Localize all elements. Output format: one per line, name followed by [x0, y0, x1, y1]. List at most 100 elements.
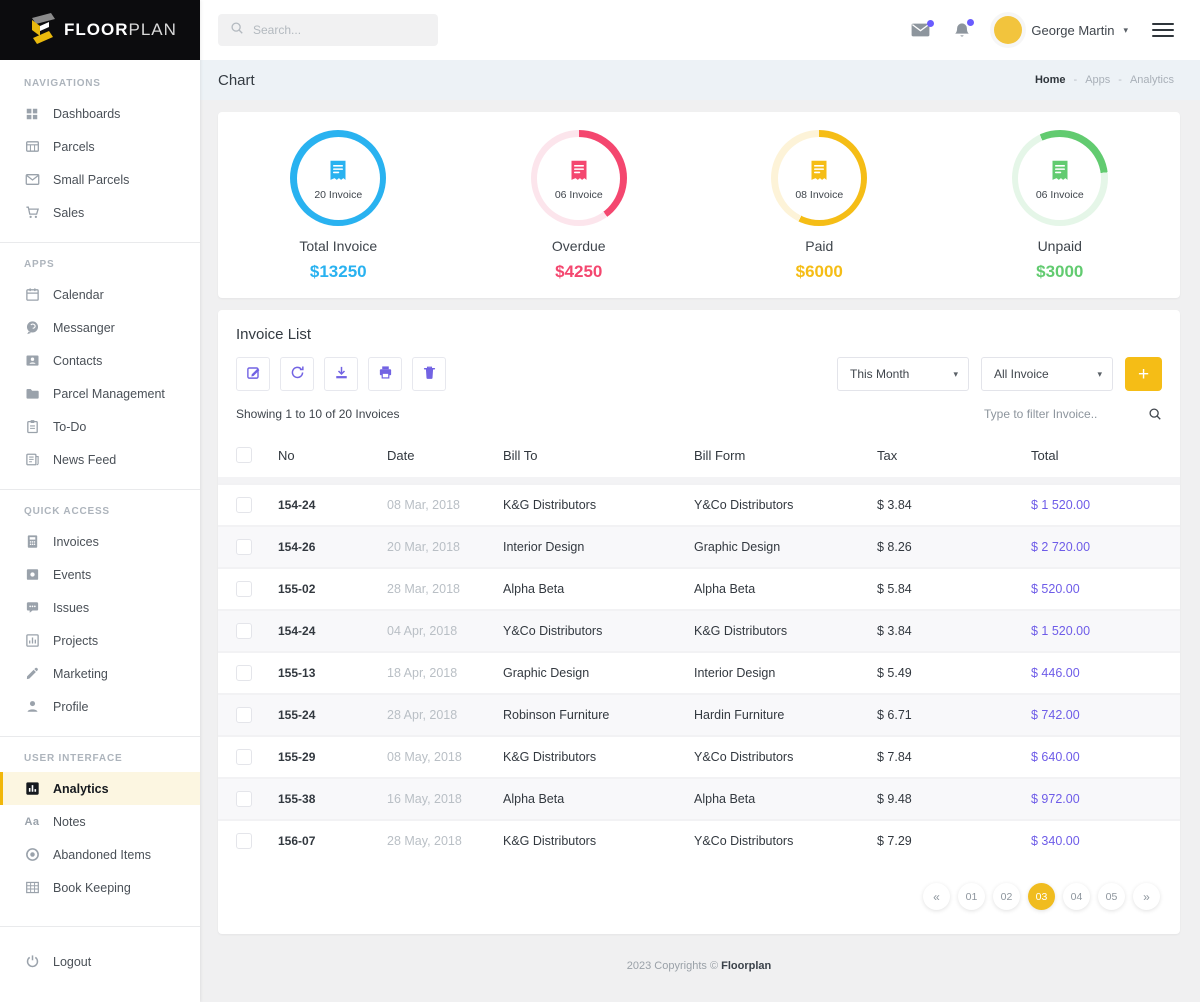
sidebar-item-label: Parcels [53, 139, 95, 154]
breadcrumb-analytics[interactable]: Analytics [1130, 74, 1174, 86]
messages-button[interactable] [911, 20, 935, 37]
print-button[interactable] [368, 357, 402, 391]
column-header-bill-form[interactable]: Bill Form [694, 448, 877, 463]
sidebar-item-to-do[interactable]: To-Do [0, 410, 200, 443]
cell-tax: $ 8.26 [877, 540, 912, 554]
sidebar-item-notes[interactable]: Aa Notes [0, 805, 200, 838]
sidebar-item-logout[interactable]: Logout [0, 945, 200, 978]
select-all-checkbox[interactable] [236, 447, 252, 463]
sidebar-item-parcel-management[interactable]: Parcel Management [0, 377, 200, 410]
table-row[interactable]: 155-29 08 May, 2018 K&G Distributors Y&Co D… [218, 735, 1180, 777]
sidebar-item-label: Calendar [53, 287, 104, 302]
contact-card-icon [24, 353, 40, 369]
table-row[interactable]: 154-24 08 Mar, 2018 K&G Distributors Y&Co D… [218, 483, 1180, 525]
sidebar-item-dashboards[interactable]: Dashboards [0, 97, 200, 130]
sidebar-item-label: Issues [53, 600, 90, 615]
table-row[interactable]: 155-13 18 Apr, 2018 Graphic Design Interior… [218, 651, 1180, 693]
row-checkbox[interactable] [236, 749, 252, 765]
column-header-bill-to[interactable]: Bill To [503, 448, 694, 463]
row-checkbox[interactable] [236, 707, 252, 723]
cell-total: $ 340.00 [1031, 834, 1080, 848]
table-row[interactable]: 155-38 16 May, 2018 Alpha Beta Alpha Beta $ … [218, 777, 1180, 819]
folder-icon [24, 386, 40, 402]
row-checkbox[interactable] [236, 665, 252, 681]
sidebar-item-analytics[interactable]: Analytics [0, 772, 200, 805]
hamburger-menu-icon[interactable] [1152, 19, 1174, 41]
delete-button[interactable] [412, 357, 446, 391]
sidebar-item-events[interactable]: Events [0, 558, 200, 591]
sidebar-item-label: Small Parcels [53, 172, 130, 187]
cell-date: 20 Mar, 2018 [387, 540, 460, 554]
table-row[interactable]: 154-26 20 Mar, 2018 Interior Design Graphic… [218, 525, 1180, 567]
notifications-button[interactable] [954, 18, 975, 39]
table-row[interactable]: 156-07 28 May, 2018 K&G Distributors Y&Co D… [218, 819, 1180, 861]
sidebar-item-contacts[interactable]: Contacts [0, 344, 200, 377]
footer: 2023 Copyrights © Floorplan [218, 934, 1180, 972]
breadcrumb: Home - Apps - Analytics [1035, 74, 1174, 86]
cell-date: 18 Apr, 2018 [387, 666, 458, 680]
table-row[interactable]: 155-02 28 Mar, 2018 Alpha Beta Alpha Beta $ … [218, 567, 1180, 609]
pagination-page-02[interactable]: 02 [993, 883, 1020, 910]
row-checkbox[interactable] [236, 623, 252, 639]
sidebar-item-label: Abandoned Items [53, 847, 151, 862]
column-header-no[interactable]: No [278, 448, 387, 463]
cell-total: $ 972.00 [1031, 792, 1080, 806]
section-label: APPS [24, 259, 55, 270]
ring-inner: 08 Invoice [777, 136, 861, 220]
row-checkbox[interactable] [236, 581, 252, 597]
global-search[interactable] [218, 14, 438, 46]
sidebar-item-book-keeping[interactable]: Book Keeping [0, 871, 200, 904]
table-row[interactable]: 155-24 28 Apr, 2018 Robinson Furniture Hard… [218, 693, 1180, 735]
brand-logo[interactable]: FLOORPLAN [0, 0, 200, 60]
pagination-page-05[interactable]: 05 [1098, 883, 1125, 910]
stat-total-invoice: 20 Invoice Total Invoice $13250 [218, 130, 459, 282]
sidebar-item-issues[interactable]: Issues [0, 591, 200, 624]
row-checkbox[interactable] [236, 539, 252, 555]
pagination-next-button[interactable]: » [1133, 883, 1160, 910]
sidebar-item-calendar[interactable]: Calendar [0, 278, 200, 311]
cell-tax: $ 3.84 [877, 498, 912, 512]
row-checkbox[interactable] [236, 833, 252, 849]
sidebar-item-messanger[interactable]: Messanger [0, 311, 200, 344]
invoice-type-select[interactable]: All Invoice ▾ [981, 357, 1113, 391]
filter-input[interactable] [984, 407, 1134, 421]
invoice-list-title: Invoice List [236, 326, 312, 343]
breadcrumb-home[interactable]: Home [1035, 74, 1066, 86]
add-invoice-button[interactable]: + [1125, 357, 1162, 391]
download-button[interactable] [324, 357, 358, 391]
period-filter-select[interactable]: This Month ▾ [837, 357, 969, 391]
invoice-type-value: All Invoice [994, 367, 1049, 381]
edit-button[interactable] [236, 357, 270, 391]
pagination-page-03[interactable]: 03 [1028, 883, 1055, 910]
column-header-total[interactable]: Total [1031, 448, 1180, 463]
row-checkbox[interactable] [236, 791, 252, 807]
sidebar-item-sales[interactable]: Sales [0, 196, 200, 229]
pagination-page-04[interactable]: 04 [1063, 883, 1090, 910]
sidebar-item-marketing[interactable]: Marketing [0, 657, 200, 690]
sidebar-item-invoices[interactable]: Invoices [0, 525, 200, 558]
table-row[interactable]: 154-24 04 Apr, 2018 Y&Co Distributors K&G D… [218, 609, 1180, 651]
user-menu[interactable]: George Martin ▾ [994, 16, 1128, 44]
row-checkbox[interactable] [236, 497, 252, 513]
page-title: Chart [218, 71, 255, 89]
table-meta-row: Showing 1 to 10 of 20 Invoices [218, 407, 1180, 421]
cell-date: 08 May, 2018 [387, 750, 462, 764]
invoice-bill-icon [564, 156, 594, 186]
cell-bill-to: K&G Distributors [503, 498, 597, 512]
pagination-prev-button[interactable]: « [923, 883, 950, 910]
cell-tax: $ 5.49 [877, 666, 912, 680]
sidebar-item-news-feed[interactable]: News Feed [0, 443, 200, 476]
refresh-button[interactable] [280, 357, 314, 391]
pagination-page-01[interactable]: 01 [958, 883, 985, 910]
sidebar-item-projects[interactable]: Projects [0, 624, 200, 657]
search-icon[interactable] [1148, 407, 1162, 421]
sidebar-item-parcels[interactable]: Parcels [0, 130, 200, 163]
column-header-date[interactable]: Date [387, 448, 503, 463]
column-header-tax[interactable]: Tax [877, 448, 1031, 463]
cell-total: $ 520.00 [1031, 582, 1080, 596]
sidebar-item-small-parcels[interactable]: Small Parcels [0, 163, 200, 196]
sidebar-item-abandoned-items[interactable]: Abandoned Items [0, 838, 200, 871]
breadcrumb-apps[interactable]: Apps [1085, 74, 1110, 86]
search-input[interactable] [253, 23, 426, 37]
sidebar-item-profile[interactable]: Profile [0, 690, 200, 723]
